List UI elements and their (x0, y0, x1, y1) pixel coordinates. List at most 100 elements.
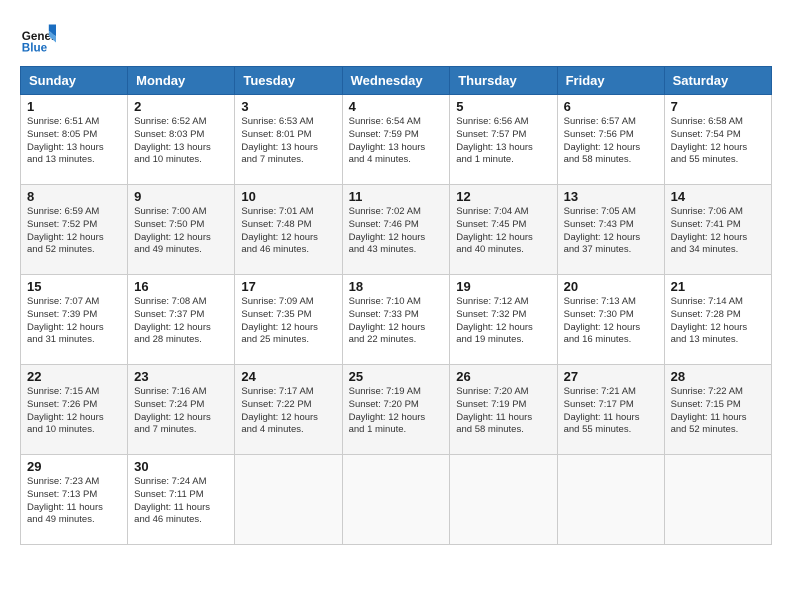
calendar-week-2: 8 Sunrise: 6:59 AM Sunset: 7:52 PM Daylig… (21, 185, 772, 275)
day-info: Sunrise: 7:23 AM Sunset: 7:13 PM Dayligh… (27, 476, 121, 527)
calendar-cell: 20 Sunrise: 7:13 AM Sunset: 7:30 PM Dayli… (557, 275, 664, 365)
calendar-cell: 22Sunrise: 7:15 AM Sunset: 7:26 PM Dayli… (21, 365, 128, 455)
day-info: Sunrise: 6:59 AM Sunset: 7:52 PM Dayligh… (27, 206, 121, 257)
day-number: 23 (134, 369, 228, 384)
day-info: Sunrise: 7:04 AM Sunset: 7:45 PM Dayligh… (456, 206, 550, 257)
calendar-week-5: 29 Sunrise: 7:23 AM Sunset: 7:13 PM Dayli… (21, 455, 772, 545)
calendar-cell: 15 Sunrise: 7:07 AM Sunset: 7:39 PM Dayli… (21, 275, 128, 365)
calendar-cell: 1 Sunrise: 6:51 AM Sunset: 8:05 PM Daylig… (21, 95, 128, 185)
logo-icon: General Blue (20, 20, 56, 56)
calendar-cell (342, 455, 450, 545)
day-number: 1 (27, 99, 121, 114)
day-header-friday: Friday (557, 67, 664, 95)
day-info: Sunrise: 7:20 AM Sunset: 7:19 PM Dayligh… (456, 386, 550, 437)
day-number: 16 (134, 279, 228, 294)
day-info: Sunrise: 6:58 AM Sunset: 7:54 PM Dayligh… (671, 116, 765, 167)
calendar-cell (557, 455, 664, 545)
day-number: 29 (27, 459, 121, 474)
calendar-cell (450, 455, 557, 545)
calendar-cell: 3 Sunrise: 6:53 AM Sunset: 8:01 PM Daylig… (235, 95, 342, 185)
day-number: 5 (456, 99, 550, 114)
day-info: Sunrise: 7:13 AM Sunset: 7:30 PM Dayligh… (564, 296, 658, 347)
calendar-cell: 10Sunrise: 7:01 AM Sunset: 7:48 PM Dayli… (235, 185, 342, 275)
day-info: Sunrise: 7:02 AM Sunset: 7:46 PM Dayligh… (349, 206, 444, 257)
day-number: 3 (241, 99, 335, 114)
day-number: 4 (349, 99, 444, 114)
logo: General Blue (20, 20, 62, 56)
calendar-cell: 28 Sunrise: 7:22 AM Sunset: 7:15 PM Dayli… (664, 365, 771, 455)
day-info: Sunrise: 7:12 AM Sunset: 7:32 PM Dayligh… (456, 296, 550, 347)
day-number: 7 (671, 99, 765, 114)
day-number: 6 (564, 99, 658, 114)
day-number: 17 (241, 279, 335, 294)
calendar-week-3: 15 Sunrise: 7:07 AM Sunset: 7:39 PM Dayli… (21, 275, 772, 365)
calendar-cell: 19 Sunrise: 7:12 AM Sunset: 7:32 PM Dayli… (450, 275, 557, 365)
day-header-saturday: Saturday (664, 67, 771, 95)
calendar-cell: 14 Sunrise: 7:06 AM Sunset: 7:41 PM Dayli… (664, 185, 771, 275)
calendar-header-row: SundayMondayTuesdayWednesdayThursdayFrid… (21, 67, 772, 95)
day-info: Sunrise: 7:10 AM Sunset: 7:33 PM Dayligh… (349, 296, 444, 347)
day-number: 12 (456, 189, 550, 204)
day-info: Sunrise: 7:05 AM Sunset: 7:43 PM Dayligh… (564, 206, 658, 257)
calendar-cell: 30 Sunrise: 7:24 AM Sunset: 7:11 PM Dayli… (128, 455, 235, 545)
day-number: 22 (27, 369, 121, 384)
calendar-cell: 25Sunrise: 7:19 AM Sunset: 7:20 PM Dayli… (342, 365, 450, 455)
calendar-cell: 11 Sunrise: 7:02 AM Sunset: 7:46 PM Dayli… (342, 185, 450, 275)
day-number: 27 (564, 369, 658, 384)
day-number: 15 (27, 279, 121, 294)
day-info: Sunrise: 6:57 AM Sunset: 7:56 PM Dayligh… (564, 116, 658, 167)
calendar-week-1: 1 Sunrise: 6:51 AM Sunset: 8:05 PM Daylig… (21, 95, 772, 185)
day-header-tuesday: Tuesday (235, 67, 342, 95)
calendar-cell: 9Sunrise: 7:00 AM Sunset: 7:50 PM Daylig… (128, 185, 235, 275)
day-info: Sunrise: 7:17 AM Sunset: 7:22 PM Dayligh… (241, 386, 335, 437)
calendar-cell: 2Sunrise: 6:52 AM Sunset: 8:03 PM Daylig… (128, 95, 235, 185)
svg-text:Blue: Blue (22, 42, 48, 55)
day-number: 18 (349, 279, 444, 294)
day-info: Sunrise: 7:16 AM Sunset: 7:24 PM Dayligh… (134, 386, 228, 437)
page-header: General Blue (20, 20, 772, 56)
day-info: Sunrise: 6:51 AM Sunset: 8:05 PM Dayligh… (27, 116, 121, 167)
day-info: Sunrise: 7:21 AM Sunset: 7:17 PM Dayligh… (564, 386, 658, 437)
day-info: Sunrise: 7:14 AM Sunset: 7:28 PM Dayligh… (671, 296, 765, 347)
day-number: 11 (349, 189, 444, 204)
day-number: 25 (349, 369, 444, 384)
day-info: Sunrise: 7:08 AM Sunset: 7:37 PM Dayligh… (134, 296, 228, 347)
calendar-cell: 18 Sunrise: 7:10 AM Sunset: 7:33 PM Dayli… (342, 275, 450, 365)
day-number: 24 (241, 369, 335, 384)
day-header-thursday: Thursday (450, 67, 557, 95)
day-number: 30 (134, 459, 228, 474)
calendar-cell: 21 Sunrise: 7:14 AM Sunset: 7:28 PM Dayli… (664, 275, 771, 365)
calendar-cell: 7 Sunrise: 6:58 AM Sunset: 7:54 PM Daylig… (664, 95, 771, 185)
calendar-cell (664, 455, 771, 545)
calendar-week-4: 22Sunrise: 7:15 AM Sunset: 7:26 PM Dayli… (21, 365, 772, 455)
day-info: Sunrise: 7:00 AM Sunset: 7:50 PM Dayligh… (134, 206, 228, 257)
calendar-cell: 12 Sunrise: 7:04 AM Sunset: 7:45 PM Dayli… (450, 185, 557, 275)
calendar-cell: 23 Sunrise: 7:16 AM Sunset: 7:24 PM Dayli… (128, 365, 235, 455)
calendar-cell: 17 Sunrise: 7:09 AM Sunset: 7:35 PM Dayli… (235, 275, 342, 365)
day-number: 20 (564, 279, 658, 294)
calendar-cell: 4 Sunrise: 6:54 AM Sunset: 7:59 PM Daylig… (342, 95, 450, 185)
day-info: Sunrise: 6:53 AM Sunset: 8:01 PM Dayligh… (241, 116, 335, 167)
day-info: Sunrise: 7:09 AM Sunset: 7:35 PM Dayligh… (241, 296, 335, 347)
day-header-wednesday: Wednesday (342, 67, 450, 95)
day-info: Sunrise: 6:56 AM Sunset: 7:57 PM Dayligh… (456, 116, 550, 167)
day-info: Sunrise: 7:06 AM Sunset: 7:41 PM Dayligh… (671, 206, 765, 257)
day-info: Sunrise: 7:07 AM Sunset: 7:39 PM Dayligh… (27, 296, 121, 347)
day-number: 14 (671, 189, 765, 204)
day-number: 13 (564, 189, 658, 204)
day-number: 8 (27, 189, 121, 204)
calendar-cell: 24 Sunrise: 7:17 AM Sunset: 7:22 PM Dayli… (235, 365, 342, 455)
day-number: 10 (241, 189, 335, 204)
calendar-table: SundayMondayTuesdayWednesdayThursdayFrid… (20, 66, 772, 545)
day-number: 21 (671, 279, 765, 294)
calendar-cell: 13 Sunrise: 7:05 AM Sunset: 7:43 PM Dayli… (557, 185, 664, 275)
day-header-monday: Monday (128, 67, 235, 95)
day-info: Sunrise: 7:24 AM Sunset: 7:11 PM Dayligh… (134, 476, 228, 527)
day-number: 2 (134, 99, 228, 114)
calendar-cell: 26Sunrise: 7:20 AM Sunset: 7:19 PM Dayli… (450, 365, 557, 455)
day-number: 19 (456, 279, 550, 294)
day-number: 28 (671, 369, 765, 384)
day-info: Sunrise: 6:54 AM Sunset: 7:59 PM Dayligh… (349, 116, 444, 167)
calendar-cell: 5 Sunrise: 6:56 AM Sunset: 7:57 PM Daylig… (450, 95, 557, 185)
day-info: Sunrise: 7:22 AM Sunset: 7:15 PM Dayligh… (671, 386, 765, 437)
